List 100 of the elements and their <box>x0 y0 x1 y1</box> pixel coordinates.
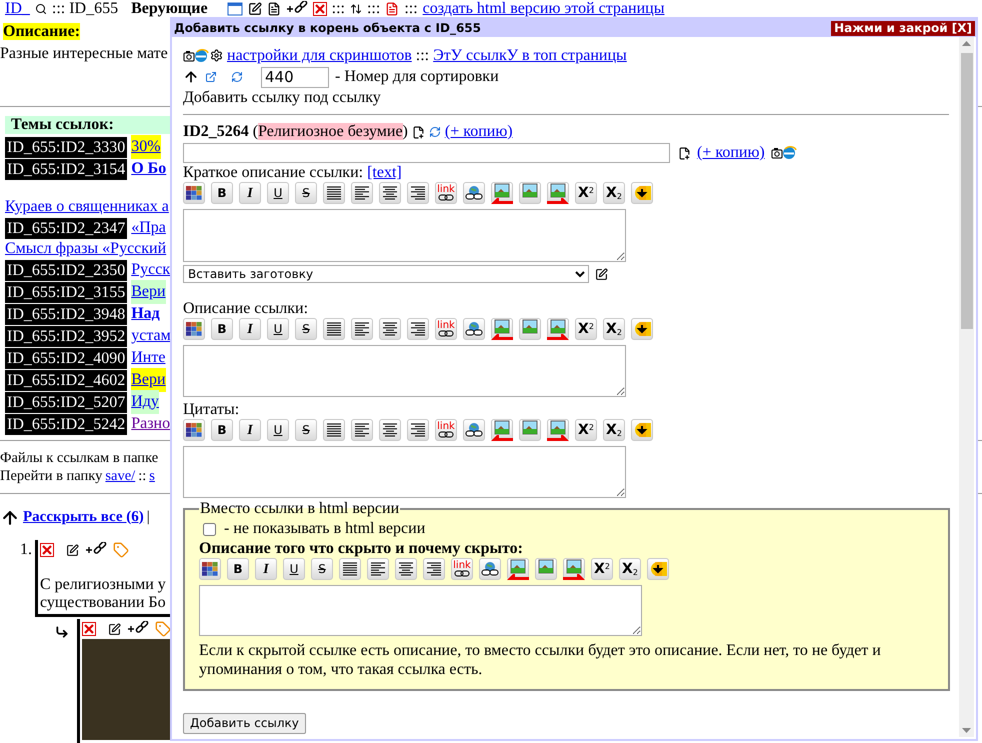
up-arrow-icon[interactable] <box>0 508 20 528</box>
topic-link[interactable]: Вери <box>131 368 166 392</box>
edit-icon[interactable] <box>595 268 608 280</box>
weblink-button[interactable] <box>479 558 501 580</box>
external-link-icon[interactable] <box>205 71 217 83</box>
search-icon[interactable] <box>34 2 47 14</box>
sup-button[interactable]: X$^{2}$ <box>575 182 597 204</box>
left-button[interactable] <box>351 318 373 340</box>
right-button[interactable] <box>407 318 429 340</box>
scrollbar[interactable] <box>959 37 974 737</box>
folder-link[interactable]: s <box>149 467 155 485</box>
center-button[interactable] <box>379 419 401 441</box>
text-link[interactable]: [text] <box>367 163 402 182</box>
weblink-button[interactable] <box>463 182 485 204</box>
center-button[interactable] <box>379 318 401 340</box>
palette-button[interactable] <box>183 182 205 204</box>
link[interactable]: Кураев о священниках а <box>5 197 169 217</box>
folder-link[interactable]: save/ <box>105 467 136 485</box>
id-link[interactable]: ID_ <box>5 0 30 17</box>
add-document-icon[interactable] <box>678 146 691 160</box>
sub-button[interactable]: X$_{2}$ <box>603 182 625 204</box>
document-icon[interactable] <box>266 2 281 16</box>
italic-button[interactable]: I <box>239 419 261 441</box>
preset-select[interactable]: Вставить заготовку <box>183 265 589 283</box>
up-down-icon[interactable] <box>350 2 362 14</box>
delete-icon[interactable] <box>312 2 327 16</box>
topic-link[interactable]: устам <box>131 324 171 348</box>
sub-button[interactable]: X$_{2}$ <box>603 318 625 340</box>
hidden-description-field[interactable] <box>199 585 642 636</box>
link-button[interactable]: link <box>451 558 473 580</box>
underline-button[interactable]: U <box>267 419 289 441</box>
left-button[interactable] <box>367 558 389 580</box>
sup-button[interactable]: X$^{2}$ <box>575 419 597 441</box>
insert-button[interactable] <box>631 419 653 441</box>
topic-link[interactable]: Иду <box>131 390 159 414</box>
add-link-button[interactable]: Добавить ссылку <box>183 712 306 734</box>
image-button[interactable] <box>519 318 541 340</box>
italic-button[interactable]: I <box>255 558 277 580</box>
sup-button[interactable]: X$^{2}$ <box>575 318 597 340</box>
expand-all-link[interactable]: Расскрыть все (6) <box>23 506 144 528</box>
topic-link[interactable]: «Пра <box>131 216 166 240</box>
underline-button[interactable]: U <box>283 558 305 580</box>
strike-button[interactable]: S <box>295 182 317 204</box>
scrollbar-thumb[interactable] <box>960 53 972 329</box>
image-button[interactable] <box>535 558 557 580</box>
underline-button[interactable]: U <box>267 318 289 340</box>
quotes-field[interactable] <box>183 446 626 498</box>
palette-button[interactable] <box>199 558 221 580</box>
right-button[interactable] <box>407 419 429 441</box>
link[interactable]: Смысл фразы «Русский <box>5 239 166 259</box>
center-button[interactable] <box>379 182 401 204</box>
topic-link[interactable]: Русск <box>131 258 170 282</box>
close-button[interactable]: Нажми и закрой [X] <box>831 20 975 36</box>
description-field[interactable] <box>183 345 626 397</box>
topic-link[interactable]: Вери <box>131 280 166 304</box>
right-button[interactable] <box>423 558 445 580</box>
top-link[interactable]: ЭтУ ссылкУ в топ страницы <box>433 44 627 68</box>
justify-button[interactable] <box>323 318 345 340</box>
italic-button[interactable]: I <box>239 318 261 340</box>
topic-link[interactable]: Разно <box>131 412 170 436</box>
delete-icon[interactable] <box>82 622 96 636</box>
camera-e-icon[interactable] <box>770 145 797 161</box>
sub-button[interactable]: X$_{2}$ <box>619 558 641 580</box>
strike-button[interactable]: S <box>311 558 333 580</box>
bold-button[interactable]: B <box>211 318 233 340</box>
underline-button[interactable]: U <box>267 182 289 204</box>
edit-icon[interactable] <box>248 2 262 16</box>
strike-button[interactable]: S <box>295 419 317 441</box>
camera-e-icon[interactable] <box>183 48 209 64</box>
italic-button[interactable]: I <box>239 182 261 204</box>
short-description-field[interactable] <box>183 209 626 262</box>
copy-link[interactable]: (+ копию) <box>444 120 513 144</box>
hide-checkbox[interactable] <box>203 522 216 536</box>
insert-button[interactable] <box>631 318 653 340</box>
delete-icon[interactable] <box>40 543 54 557</box>
bold-button[interactable]: B <box>227 558 249 580</box>
topic-link[interactable]: Инте <box>131 346 166 370</box>
left-button[interactable] <box>351 419 373 441</box>
right-button[interactable] <box>407 182 429 204</box>
insert-button[interactable] <box>647 558 669 580</box>
insert-button[interactable] <box>631 182 653 204</box>
edit-icon[interactable] <box>66 544 79 556</box>
palette-button[interactable] <box>183 318 205 340</box>
add-document-icon[interactable] <box>412 126 425 138</box>
edit-icon[interactable] <box>108 622 121 636</box>
scroll-down-icon[interactable] <box>962 728 971 733</box>
sup-button[interactable]: X$^{2}$ <box>591 558 613 580</box>
image-button[interactable] <box>519 419 541 441</box>
window-icon[interactable] <box>226 2 243 16</box>
copy-link[interactable]: (+ копию) <box>697 141 765 165</box>
image-button[interactable] <box>519 182 541 204</box>
weblink-button[interactable] <box>463 419 485 441</box>
topic-link[interactable]: Над <box>131 302 160 326</box>
sort-number-field[interactable]: 440 <box>261 66 329 88</box>
bold-button[interactable]: B <box>211 182 233 204</box>
up-arrow-icon[interactable] <box>183 69 199 85</box>
bold-button[interactable]: B <box>211 419 233 441</box>
justify-button[interactable] <box>323 182 345 204</box>
settings-icon[interactable] <box>210 49 223 62</box>
url-field[interactable] <box>183 143 670 163</box>
